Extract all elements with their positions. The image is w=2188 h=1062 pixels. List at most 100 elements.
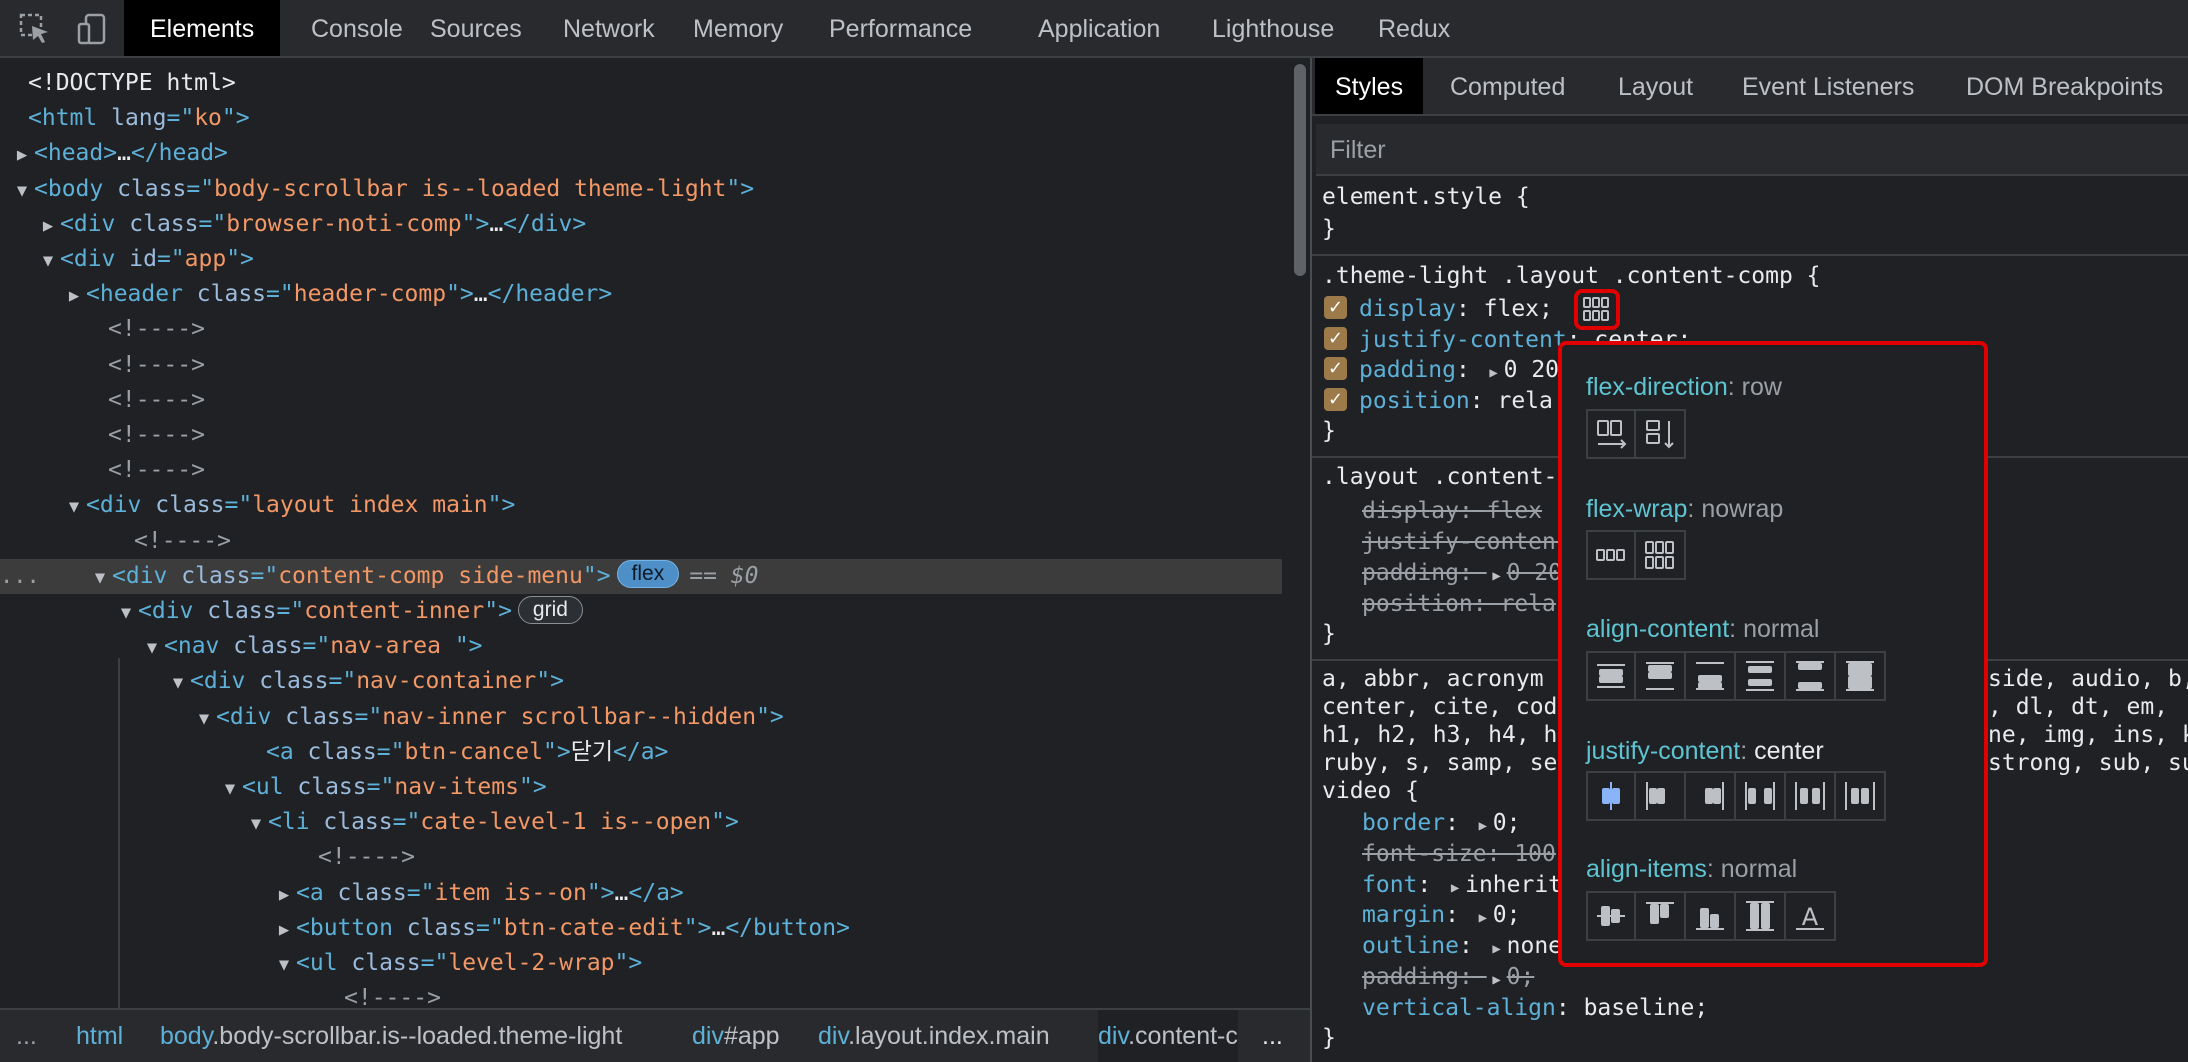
tab-redux[interactable]: Redux xyxy=(1352,0,1476,56)
device-toggle-icon[interactable] xyxy=(76,12,110,46)
breadcrumb-scroll-left[interactable]: ... xyxy=(16,1010,37,1062)
expand-triangle-icon[interactable]: ▶ xyxy=(1473,811,1493,842)
justify-content-space-evenly-button[interactable] xyxy=(1836,771,1886,821)
dom-node-line[interactable]: ... ▼ <div class="content-comp side-menu">… xyxy=(0,558,1282,596)
property-value[interactable]: 0 20 xyxy=(1504,357,1559,383)
tab-lighthouse[interactable]: Lighthouse xyxy=(1186,0,1360,56)
property-value[interactable]: flex xyxy=(1487,498,1542,524)
dom-node-line[interactable]: <!----> xyxy=(0,348,1282,383)
property-value[interactable]: flex; xyxy=(1484,296,1553,322)
dom-node-line[interactable]: ▼ <ul class="nav-items"> xyxy=(0,770,1282,805)
flex-wrap-wrap-button[interactable] xyxy=(1636,530,1686,580)
node-more-dots[interactable]: ... xyxy=(0,559,40,594)
styles-tab-dom-breakpoints[interactable]: DOM Breakpoints xyxy=(1946,58,2183,114)
property-name[interactable]: margin xyxy=(1362,902,1445,928)
property-value[interactable]: 0; xyxy=(1493,902,1521,928)
collapse-triangle-icon[interactable]: ▼ xyxy=(88,561,112,596)
property-value[interactable]: rela xyxy=(1497,388,1552,414)
collapse-triangle-icon[interactable]: ▼ xyxy=(166,666,190,701)
property-name[interactable]: justify-content xyxy=(1359,327,1567,353)
tab-sources[interactable]: Sources xyxy=(404,0,548,56)
collapse-triangle-icon[interactable]: ▼ xyxy=(218,772,242,807)
panel-splitter[interactable] xyxy=(1310,58,1312,1062)
breadcrumb-scroll-right[interactable]: ... xyxy=(1262,1010,1283,1062)
dom-node-line[interactable]: <!----> xyxy=(0,524,1282,559)
justify-content-space-between-button[interactable] xyxy=(1736,771,1786,821)
selector-text[interactable]: video { xyxy=(1322,778,1419,804)
property-name[interactable]: padding xyxy=(1362,560,1459,586)
collapse-triangle-icon[interactable]: ▼ xyxy=(272,948,296,983)
collapse-triangle-icon[interactable]: ▼ xyxy=(114,596,138,631)
flex-wrap-nowrap-button[interactable] xyxy=(1586,530,1636,580)
dom-node-line[interactable]: ▼ <ul class="level-2-wrap"> xyxy=(0,946,1282,981)
align-content-space-around-button[interactable] xyxy=(1736,651,1786,701)
justify-content-center-button[interactable] xyxy=(1586,771,1636,821)
align-items-flex-start-button[interactable] xyxy=(1636,891,1686,941)
inspect-element-icon[interactable] xyxy=(18,12,52,46)
align-content-flex-end-button[interactable] xyxy=(1686,651,1736,701)
dom-node-line[interactable]: <a class="btn-cancel">닫기</a> xyxy=(0,735,1282,770)
flexbox-editor-button[interactable] xyxy=(1574,289,1620,330)
property-checkbox[interactable]: ✓ xyxy=(1324,327,1347,350)
expand-triangle-icon[interactable]: ▶ xyxy=(1487,561,1507,592)
styles-tab-computed[interactable]: Computed xyxy=(1430,58,1585,114)
styles-filter-input[interactable] xyxy=(1328,132,2172,168)
collapse-triangle-icon[interactable]: ▼ xyxy=(140,631,164,666)
dom-node-line[interactable]: ▶ <div class="browser-noti-comp">…</div> xyxy=(0,207,1282,242)
property-name[interactable]: padding xyxy=(1362,964,1459,990)
dom-node-line[interactable]: <!----> xyxy=(0,840,1282,875)
justify-content-space-around-button[interactable] xyxy=(1786,771,1836,821)
justify-content-flex-end-button[interactable] xyxy=(1686,771,1736,821)
dom-node-line[interactable]: <!DOCTYPE html> xyxy=(0,66,1282,101)
property-value[interactable]: inherit xyxy=(1465,872,1562,898)
property-value[interactable]: 0; xyxy=(1507,964,1535,990)
selector-text[interactable]: a, abbr, acronym xyxy=(1322,666,1544,692)
dom-node-line[interactable]: ▼ <div class="content-inner"> grid xyxy=(0,594,1282,629)
expand-triangle-icon[interactable]: ▶ xyxy=(62,279,86,314)
dom-node-line[interactable]: ▼ <div class="layout index main"> xyxy=(0,488,1282,523)
dom-node-line[interactable]: <!----> xyxy=(0,383,1282,418)
expand-triangle-icon[interactable]: ▶ xyxy=(10,138,34,173)
align-items-flex-end-button[interactable] xyxy=(1686,891,1736,941)
collapse-triangle-icon[interactable]: ▼ xyxy=(36,244,60,279)
property-name[interactable]: justify-conten xyxy=(1362,529,1556,555)
property-name[interactable]: font xyxy=(1362,872,1417,898)
property-name[interactable]: position xyxy=(1359,388,1470,414)
styles-tab-layout[interactable]: Layout xyxy=(1598,58,1713,114)
expand-triangle-icon[interactable]: ▶ xyxy=(1487,965,1507,996)
align-items-baseline-button[interactable]: A xyxy=(1786,891,1836,941)
property-value[interactable]: 0; xyxy=(1493,810,1521,836)
breadcrumb-item[interactable]: body.body-scrollbar.is--loaded.theme-lig… xyxy=(160,1010,622,1062)
selector-text[interactable]: ne, img, ins, k xyxy=(1988,722,2188,748)
property-checkbox[interactable]: ✓ xyxy=(1324,296,1347,319)
breadcrumb-item[interactable]: html xyxy=(76,1010,123,1062)
dom-node-line[interactable]: ▼ <div id="app"> xyxy=(0,242,1282,277)
dom-node-line[interactable]: <!----> xyxy=(0,312,1282,347)
property-name[interactable]: padding xyxy=(1359,357,1456,383)
expand-triangle-icon[interactable]: ▶ xyxy=(36,209,60,244)
dom-node-line[interactable]: <!----> xyxy=(0,453,1282,488)
collapse-triangle-icon[interactable]: ▼ xyxy=(62,490,86,525)
selector-text[interactable]: .theme-light .layout .content-comp { xyxy=(1322,263,1821,289)
dom-node-line[interactable]: ▼ <div class="nav-inner scrollbar--hidden… xyxy=(0,700,1282,735)
tab-memory[interactable]: Memory xyxy=(667,0,809,56)
collapse-triangle-icon[interactable]: ▼ xyxy=(10,174,34,209)
align-content-stretch-button[interactable] xyxy=(1836,651,1886,701)
selector-text[interactable]: ruby, s, samp, se xyxy=(1322,750,1557,776)
dom-node-line[interactable]: <!----> xyxy=(0,418,1282,453)
tab-performance[interactable]: Performance xyxy=(803,0,998,56)
dom-node-line[interactable]: <!----> xyxy=(0,981,1282,1008)
property-checkbox[interactable]: ✓ xyxy=(1324,357,1347,380)
collapse-triangle-icon[interactable]: ▼ xyxy=(244,807,268,842)
property-value[interactable]: rela xyxy=(1500,591,1555,617)
property-value[interactable]: baseline; xyxy=(1584,995,1709,1021)
breadcrumb-item[interactable]: div.layout.index.main xyxy=(818,1010,1050,1062)
selector-text[interactable]: , dl, dt, em, xyxy=(1988,694,2168,720)
property-value[interactable]: 0 20 xyxy=(1507,560,1562,586)
dom-node-line[interactable]: ▼ <body class="body-scrollbar is--loaded … xyxy=(0,172,1282,207)
expand-triangle-icon[interactable]: ▶ xyxy=(1473,903,1493,934)
property-name[interactable]: outline xyxy=(1362,933,1459,959)
property-name[interactable]: position xyxy=(1362,591,1473,617)
align-items-stretch-button[interactable] xyxy=(1736,891,1786,941)
dom-node-line[interactable]: ▼ <div class="nav-container"> xyxy=(0,664,1282,699)
